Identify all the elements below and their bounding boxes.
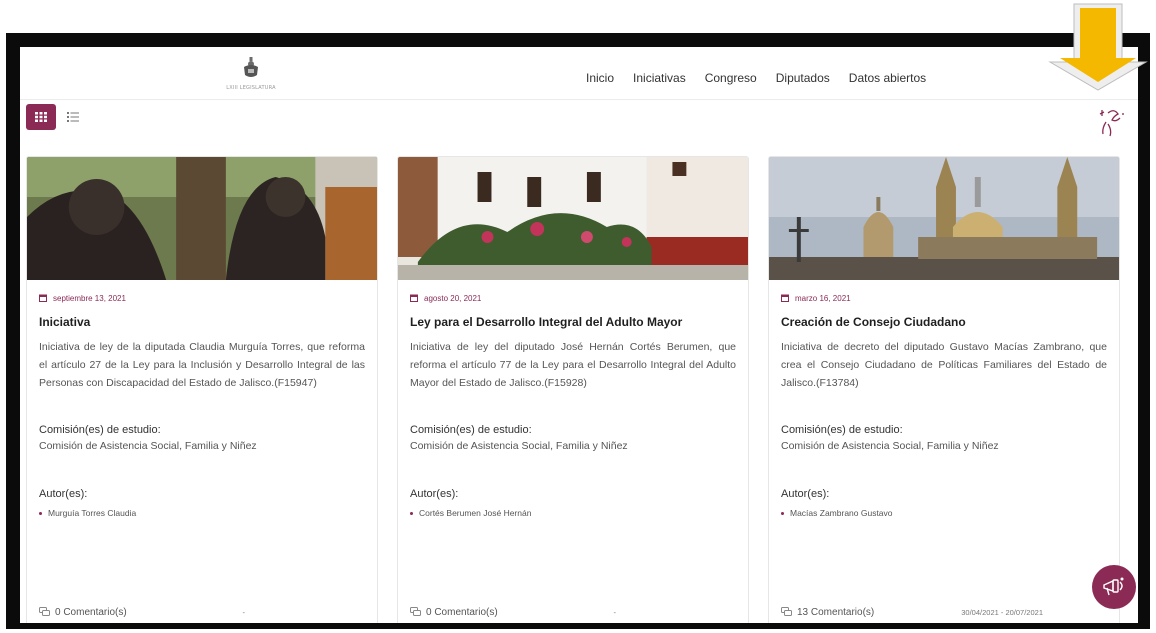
card-date: septiembre 13, 2021 <box>39 292 365 304</box>
comments-count: 0 Comentario(s) <box>426 606 498 618</box>
card-description: Iniciativa de ley de la diputada Claudia… <box>39 341 365 389</box>
author-name: Cortés Berumen José Hernán <box>419 508 532 518</box>
nav-link-inicio[interactable]: Inicio <box>586 71 614 85</box>
comments-link[interactable]: 0 Comentario(s) <box>39 607 127 618</box>
logo-caption: LXIII LEGISLATURA <box>226 85 276 91</box>
comments-link[interactable]: 0 Comentario(s) <box>410 607 498 618</box>
down-arrow-annotation-icon <box>1048 3 1148 91</box>
calendar-icon <box>410 294 418 302</box>
card-image-sculpture <box>27 157 377 280</box>
card-title[interactable]: Creación de Consejo Ciudadano <box>781 315 1107 333</box>
comment-icon <box>781 607 792 616</box>
initiative-card[interactable]: marzo 16, 2021 Creación de Consejo Ciuda… <box>768 156 1120 623</box>
author-name: Murguía Torres Claudia <box>48 508 137 518</box>
author-item: Murguía Torres Claudia <box>39 508 365 518</box>
card-date: agosto 20, 2021 <box>410 292 736 304</box>
author-item: Cortés Berumen José Hernán <box>410 508 736 518</box>
bullet-icon <box>39 511 42 515</box>
commission-label: Comisión(es) de estudio: <box>410 424 532 436</box>
nav-link-datos-abiertos[interactable]: Datos abiertos <box>849 71 926 85</box>
card-title[interactable]: Ley para el Desarrollo Integral del Adul… <box>410 315 736 333</box>
accessibility-icon <box>1099 110 1124 137</box>
initiative-card[interactable]: agosto 20, 2021 Ley para el Desarrollo I… <box>397 156 749 623</box>
list-view-button[interactable] <box>64 107 82 127</box>
author-item: Macías Zambrano Gustavo <box>781 508 1107 518</box>
authors-label: Autor(es): <box>781 488 830 500</box>
comments-count: 13 Comentario(s) <box>797 606 875 618</box>
accessibility-button[interactable] <box>1094 104 1128 140</box>
card-description: Iniciativa de decreto del diputado Gusta… <box>781 341 1107 389</box>
comment-icon <box>410 607 421 616</box>
commission-label: Comisión(es) de estudio: <box>781 424 903 436</box>
congress-seal-icon <box>244 57 258 77</box>
bullet-icon <box>781 511 784 515</box>
main-menu: Inicio Iniciativas Congreso Diputados Da… <box>586 71 945 85</box>
card-title[interactable]: Iniciativa <box>39 315 365 333</box>
authors-label: Autor(es): <box>410 488 459 500</box>
browser-viewport: LXIII LEGISLATURA Inicio Iniciativas Con… <box>20 47 1138 623</box>
commission-label: Comisión(es) de estudio: <box>39 424 161 436</box>
comment-icon <box>39 607 50 616</box>
megaphone-icon <box>1103 577 1124 596</box>
calendar-icon <box>39 294 47 302</box>
consultation-range: - <box>613 607 617 617</box>
nav-link-diputados[interactable]: Diputados <box>776 71 830 85</box>
card-image-cathedral <box>769 157 1119 280</box>
card-footer: 13 Comentario(s) 30/04/2021 - 20/07/2021 <box>781 605 1107 619</box>
card-date-text: septiembre 13, 2021 <box>53 293 126 303</box>
nav-link-congreso[interactable]: Congreso <box>705 71 757 85</box>
card-date: marzo 16, 2021 <box>781 292 1107 304</box>
congress-logo[interactable]: LXIII LEGISLATURA <box>226 57 276 93</box>
consultation-range: - <box>242 607 246 617</box>
card-footer: 0 Comentario(s) - <box>39 605 365 619</box>
commission-value: Comisión de Asistencia Social, Familia y… <box>781 440 999 452</box>
initiative-card[interactable]: septiembre 13, 2021 Iniciativa Iniciativ… <box>26 156 378 623</box>
card-description: Iniciativa de ley del diputado José Hern… <box>410 341 736 389</box>
comments-count: 0 Comentario(s) <box>55 606 127 618</box>
card-image-street <box>398 157 748 280</box>
list-icon <box>67 112 79 122</box>
bullet-icon <box>410 511 413 515</box>
card-footer: 0 Comentario(s) - <box>410 605 736 619</box>
grid-icon <box>35 112 47 122</box>
commission-value: Comisión de Asistencia Social, Familia y… <box>39 440 257 452</box>
calendar-icon <box>781 294 789 302</box>
commission-value: Comisión de Asistencia Social, Familia y… <box>410 440 628 452</box>
top-navbar: LXIII LEGISLATURA Inicio Iniciativas Con… <box>20 47 1138 100</box>
nav-link-iniciativas[interactable]: Iniciativas <box>633 71 686 85</box>
comments-link[interactable]: 13 Comentario(s) <box>781 607 874 618</box>
card-date-text: agosto 20, 2021 <box>424 293 482 303</box>
feedback-fab-button[interactable] <box>1092 565 1136 609</box>
grid-view-button[interactable] <box>26 104 56 130</box>
consultation-range: 30/04/2021 - 20/07/2021 <box>961 607 1043 617</box>
authors-label: Autor(es): <box>39 488 88 500</box>
author-name: Macías Zambrano Gustavo <box>790 508 893 518</box>
card-date-text: marzo 16, 2021 <box>795 293 851 303</box>
